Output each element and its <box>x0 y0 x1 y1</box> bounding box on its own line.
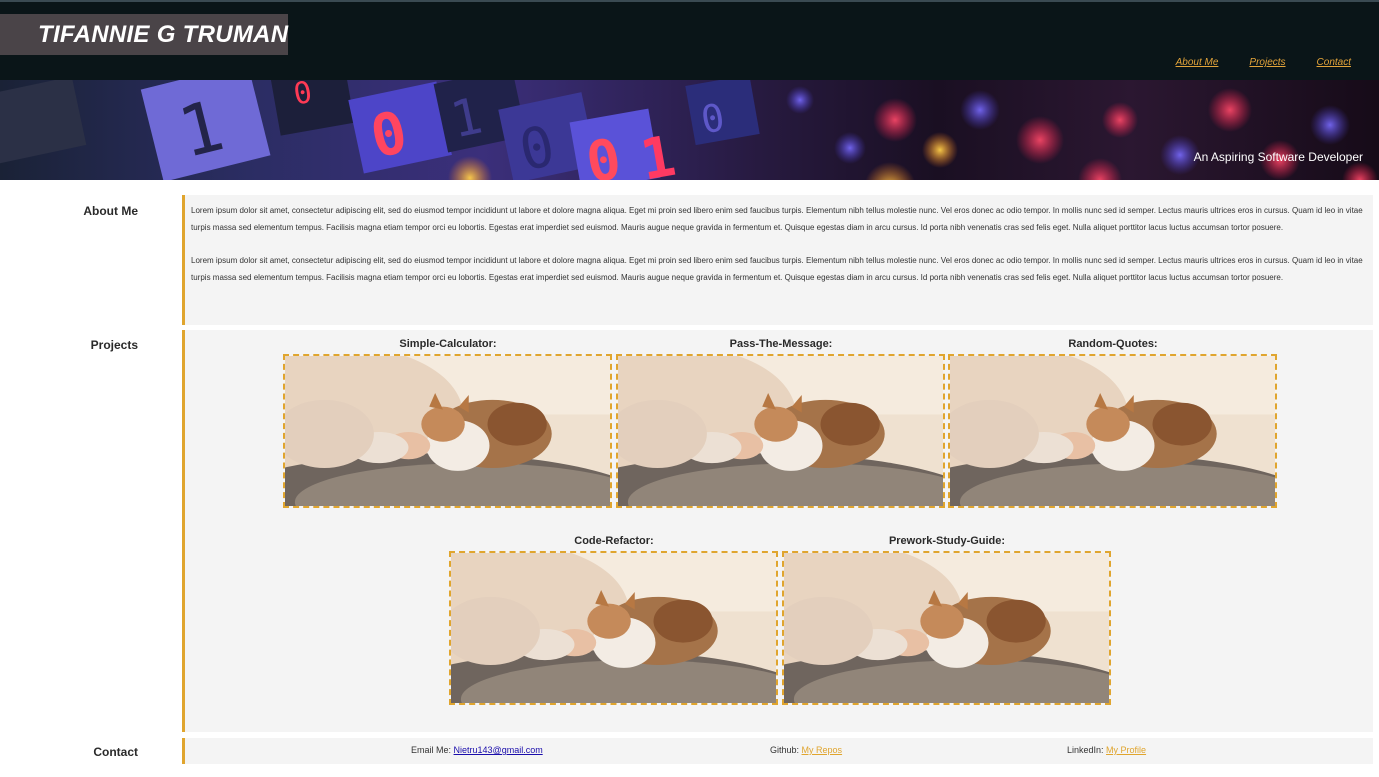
github-link[interactable]: My Repos <box>802 745 843 755</box>
project-card: Simple-Calculator: <box>283 338 613 508</box>
about-paragraph-1: Lorem ipsum dolor sit amet, consectetur … <box>191 206 1363 232</box>
brand-box: TIFANNIE G TRUMAN <box>0 14 288 55</box>
hero-binary-image: 1 0 1 0 0 1 0 0 <box>0 80 1378 180</box>
hero-banner: 1 0 1 0 0 1 0 0 An Aspiring Software Dev… <box>0 80 1379 180</box>
project-image-link[interactable] <box>616 354 945 508</box>
projects-panel: Simple-Calculator: Pass-The-Message: Ran… <box>182 330 1373 732</box>
site-title: TIFANNIE G TRUMAN <box>38 21 289 48</box>
project-card: Code-Refactor: <box>449 535 779 705</box>
project-title: Code-Refactor: <box>574 535 654 547</box>
project-title: Random-Quotes: <box>1068 338 1158 350</box>
github-prefix: Github: <box>770 745 800 755</box>
project-card: Random-Quotes: <box>948 338 1278 508</box>
about-label: About Me <box>83 204 138 218</box>
main-nav: About Me Projects Contact <box>1145 57 1351 68</box>
hero-tagline: An Aspiring Software Developer <box>1193 150 1363 164</box>
project-title: Simple-Calculator: <box>399 338 497 350</box>
project-title: Pass-The-Message: <box>729 338 833 350</box>
linkedin-link[interactable]: My Profile <box>1106 745 1146 755</box>
project-image-link[interactable] <box>782 551 1111 705</box>
contact-label: Contact <box>93 745 138 759</box>
nav-link-about[interactable]: About Me <box>1176 57 1219 68</box>
project-image-link[interactable] <box>283 354 612 508</box>
project-card: Pass-The-Message: <box>616 338 946 508</box>
contact-linkedin: LinkedIn: My Profile <box>1067 745 1146 755</box>
email-link[interactable]: Nietru143@gmail.com <box>454 745 543 755</box>
project-card: Prework-Study-Guide: <box>782 535 1112 705</box>
projects-label: Projects <box>90 338 138 352</box>
email-prefix: Email Me: <box>411 745 452 755</box>
contact-panel: Email Me: Nietru143@gmail.com Github: My… <box>182 738 1373 764</box>
nav-link-projects[interactable]: Projects <box>1249 57 1285 68</box>
svg-text:1: 1 <box>636 124 680 180</box>
contact-email: Email Me: Nietru143@gmail.com <box>411 745 543 755</box>
about-paragraph-2: Lorem ipsum dolor sit amet, consectetur … <box>191 256 1363 282</box>
linkedin-prefix: LinkedIn: <box>1067 745 1104 755</box>
site-header: TIFANNIE G TRUMAN About Me Projects Cont… <box>0 0 1379 80</box>
project-title: Prework-Study-Guide: <box>888 535 1006 547</box>
contact-github: Github: My Repos <box>770 745 842 755</box>
project-image-link[interactable] <box>948 354 1277 508</box>
about-panel: Lorem ipsum dolor sit amet, consectetur … <box>182 195 1373 325</box>
project-image-link[interactable] <box>449 551 778 705</box>
nav-link-contact[interactable]: Contact <box>1317 57 1351 68</box>
